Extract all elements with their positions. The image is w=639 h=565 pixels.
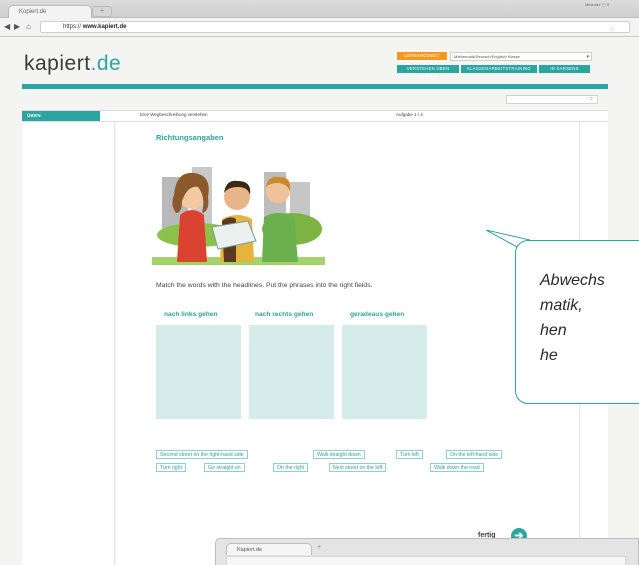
section-title: Richtungsangaben — [156, 133, 224, 142]
phrase-chip[interactable]: On the right — [273, 463, 309, 472]
site-logo[interactable]: kapiert.de — [24, 52, 121, 76]
drop-zone-left[interactable] — [156, 325, 241, 419]
second-window-address-bar[interactable] — [226, 556, 626, 565]
phrase-chip[interactable]: Go straight on — [204, 463, 245, 472]
chevron-down-icon: ▾ — [586, 54, 589, 60]
browser-tab-bar: Kopiert.de + Minimize ▢ X — [0, 0, 639, 19]
second-browser-window: Kapiert.de + — [215, 538, 639, 565]
left-sidebar — [22, 122, 115, 565]
logo-main: kapiert — [24, 52, 91, 75]
bookmark-star-icon[interactable]: ☆ — [610, 26, 615, 33]
new-tab-button[interactable]: + — [92, 6, 112, 17]
lesson-title: Eine Wegbeschreibung verstehen — [140, 112, 208, 117]
phrase-chip[interactable]: Turn right — [156, 463, 187, 472]
callout-text: Abwechs matik, hen he — [540, 272, 605, 364]
url-prefix: https:// — [63, 24, 82, 30]
verstehen-ueben-testen-button[interactable]: VERSTEHEN ÜBEN TESTEN — [397, 65, 459, 79]
subject-select[interactable]: Mathematik/Deutsch/Englisch Klasse ▾ — [450, 52, 592, 61]
three-people-illustration — [152, 167, 325, 265]
forward-arrow-icon[interactable]: ▶ — [14, 22, 20, 31]
instructions-text: Match the words with the headlines. Put … — [156, 282, 373, 289]
screenshot: Kopiert.de + Minimize ▢ X ◀ ▶ ⌂ https://… — [0, 0, 639, 565]
exercise-content: Richtungsangaben Match the words with th… — [116, 122, 579, 565]
task-counter: Aufgabe 1 / 4 — [396, 112, 423, 117]
phrase-chip[interactable]: Walk down the road — [430, 463, 484, 472]
column-header-left: nach links gehen — [164, 311, 218, 318]
back-arrow-icon[interactable]: ◀ — [4, 22, 10, 31]
logo-tld: .de — [90, 52, 122, 75]
second-window-tab-title: Kapiert.de — [237, 547, 263, 553]
url-host: www.kapiert.de — [82, 24, 127, 30]
phrase-chip[interactable]: On the left-hand side — [446, 450, 503, 459]
subject-select-value: Mathematik/Deutsch/Englisch Klasse — [454, 54, 520, 59]
drop-zone-straight[interactable] — [342, 325, 427, 419]
search-input[interactable]: ⌕ — [506, 95, 598, 104]
phrase-chip[interactable]: Second street on the right-hand side — [156, 450, 248, 459]
browser-tab[interactable]: Kopiert.de — [8, 5, 92, 19]
url-field[interactable]: https:// www.kapiert.de ☆ — [40, 21, 630, 33]
column-header-straight: geradeaus gehen — [350, 311, 405, 318]
in-karsens-button[interactable]: IN KARSENS — [539, 65, 590, 73]
lernangebot-button[interactable]: LERNANGEBOT — [397, 52, 447, 60]
second-window-tab[interactable]: Kapiert.de — [226, 543, 312, 555]
header-divider — [22, 84, 608, 89]
ueben-label: ÜBEN — [22, 111, 100, 121]
phrase-chip[interactable]: Next street on the left — [329, 463, 387, 472]
exercise-header: ÜBEN Eine Wegbeschreibung verstehen Aufg… — [22, 110, 608, 122]
window-controls[interactable]: Minimize ▢ X — [585, 2, 609, 7]
home-icon[interactable]: ⌂ — [26, 22, 31, 31]
second-window-new-tab-button[interactable]: + — [317, 544, 321, 551]
phrase-chip[interactable]: Turn left — [396, 450, 423, 459]
phrase-chip[interactable]: Walk straight down — [313, 450, 365, 459]
search-icon[interactable]: ⌕ — [590, 96, 593, 103]
browser-address-bar: ◀ ▶ ⌂ https:// www.kapiert.de ☆ — [0, 18, 639, 37]
column-header-right: nach rechts gehen — [255, 311, 314, 318]
browser-tab-title: Kopiert.de — [19, 9, 47, 15]
top-navigation: LERNANGEBOT Mathematik/Deutsch/Englisch … — [397, 50, 600, 79]
klassenarbeitstraining-button[interactable]: KLASSENARBEITSTRAINING — [461, 65, 537, 73]
drop-zone-right[interactable] — [249, 325, 334, 419]
